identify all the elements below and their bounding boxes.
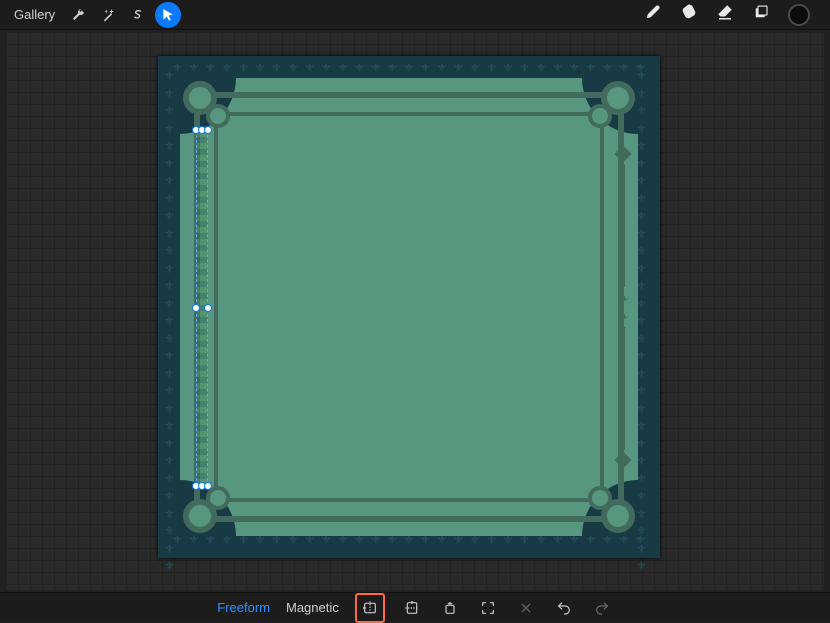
artwork-canvas[interactable]: ⚜⚜⚜⚜⚜⚜⚜⚜⚜⚜⚜⚜⚜⚜⚜⚜⚜⚜⚜⚜⚜⚜⚜⚜⚜⚜⚜⚜⚜ ⚜⚜⚜⚜⚜⚜⚜⚜⚜⚜… [158,56,660,558]
wrench-icon [71,8,85,22]
fit-to-screen-button[interactable] [477,597,499,619]
side-divider-right: ❧ ❧ [618,148,628,466]
reset-button[interactable] [515,597,537,619]
scroll-ornament-icon: ❧ [617,309,629,323]
handle-middle-left[interactable] [192,304,200,312]
selection-tool-button[interactable] [125,2,151,28]
flip-horizontal-icon [362,600,378,616]
top-tool-group [65,2,181,28]
freeform-mode-button[interactable]: Freeform [217,600,270,615]
handle-bottom-right[interactable] [204,482,212,490]
flip-vertical-icon [404,600,420,616]
eraser-icon [716,3,734,21]
undo-icon [556,600,572,616]
color-picker-button[interactable] [788,4,810,26]
fit-icon [480,600,496,616]
redo-icon [594,600,610,616]
canvas-stage[interactable]: ⚜⚜⚜⚜⚜⚜⚜⚜⚜⚜⚜⚜⚜⚜⚜⚜⚜⚜⚜⚜⚜⚜⚜⚜⚜⚜⚜⚜⚜ ⚜⚜⚜⚜⚜⚜⚜⚜⚜⚜… [6,32,824,590]
rotate-icon [442,600,458,616]
redo-button[interactable] [591,597,613,619]
smudge-icon [680,3,698,21]
handle-top-right[interactable] [204,126,212,134]
layers-button[interactable] [752,3,770,26]
rotate-button[interactable] [439,597,461,619]
transform-tool-button[interactable] [155,2,181,28]
inner-plate: ❧ ❧ [180,78,638,536]
tutorial-highlight [355,593,385,623]
smudge-button[interactable] [680,3,698,26]
arrow-cursor-icon [161,8,175,22]
transform-bottom-toolbar: Freeform Magnetic [0,592,830,622]
adjustments-tool-button[interactable] [95,2,121,28]
handle-middle-right[interactable] [204,304,212,312]
brush-button[interactable] [644,3,662,26]
flip-vertical-button[interactable] [401,597,423,619]
brush-icon [644,3,662,21]
flip-horizontal-button[interactable] [359,597,381,619]
undo-button[interactable] [553,597,575,619]
frame-inner [214,112,604,502]
scroll-ornament-icon: ❧ [617,291,629,305]
selection-s-icon [131,8,145,22]
transform-selection[interactable] [196,130,208,486]
actions-tool-button[interactable] [65,2,91,28]
magnetic-mode-button[interactable]: Magnetic [286,600,339,615]
top-toolbar: Gallery [0,0,830,30]
gallery-button[interactable]: Gallery [14,7,55,22]
eraser-button[interactable] [716,3,734,26]
close-x-icon [519,601,533,615]
frame-inner-notch-tl [206,104,230,128]
frame-inner-notch-br [588,486,612,510]
top-right-group [644,3,810,26]
frame-inner-notch-tr [588,104,612,128]
layers-icon [752,3,770,21]
wand-icon [101,8,115,22]
